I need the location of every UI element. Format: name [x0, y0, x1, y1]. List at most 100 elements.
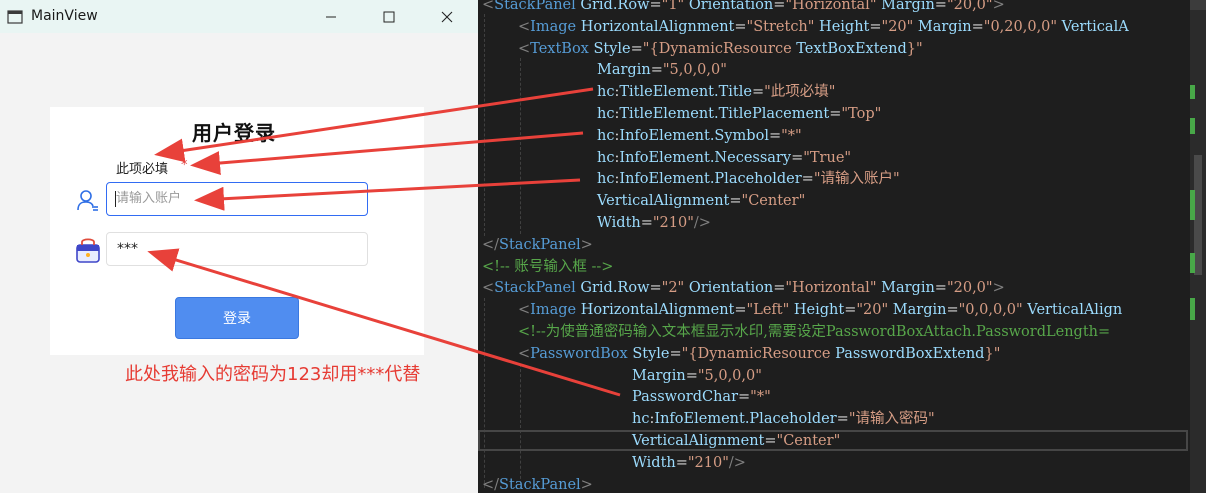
- maximize-button[interactable]: [360, 0, 418, 33]
- code-token: Height: [789, 302, 845, 319]
- code-line: Width="210"/>: [632, 452, 746, 474]
- password-input[interactable]: ***: [106, 232, 368, 266]
- code-token: =: [738, 389, 751, 406]
- code-token: Margin: [913, 18, 972, 35]
- indent-guide: [484, 298, 485, 488]
- code-line: <Image HorizontalAlignment="Stretch" Hei…: [518, 16, 1129, 38]
- close-button[interactable]: [418, 0, 476, 33]
- code-token: <: [482, 0, 495, 13]
- code-token: "20": [856, 302, 889, 319]
- code-line: VerticalAlignment="Center": [632, 430, 840, 452]
- code-token: "{: [642, 40, 659, 57]
- code-token: "20": [881, 18, 914, 35]
- code-token: DynamicResource: [697, 345, 831, 362]
- code-token: Orientation: [684, 0, 774, 13]
- code-line: <PasswordBox Style="{DynamicResource Pas…: [518, 343, 1000, 365]
- code-token: "1": [661, 0, 685, 13]
- code-line: Margin="5,0,0,0": [632, 365, 762, 387]
- code-token: }": [984, 345, 1001, 362]
- code-token: =: [971, 18, 984, 35]
- code-token: "此项必填": [764, 84, 836, 101]
- code-token: VerticalAlignment: [597, 193, 730, 210]
- code-token: VerticalA: [1057, 18, 1129, 35]
- account-input[interactable]: 请输入账户: [106, 182, 368, 216]
- indent-guide: [484, 14, 485, 236]
- code-token: <: [518, 345, 531, 362]
- login-title: 用户登录: [192, 121, 276, 145]
- code-token: InfoElement.Symbol: [619, 127, 769, 144]
- maximize-icon: [383, 11, 395, 22]
- scroll-up-button[interactable]: [1190, 0, 1206, 10]
- indent-guide: [520, 364, 521, 484]
- code-token: Margin: [632, 367, 686, 384]
- code-token: StackPanel: [499, 476, 581, 493]
- code-token: =: [734, 302, 747, 319]
- code-token: DynamicResource: [658, 40, 792, 57]
- login-button[interactable]: 登录: [175, 297, 299, 339]
- code-token: Margin: [888, 302, 947, 319]
- title-bar[interactable]: MainView: [0, 0, 478, 33]
- code-token: Margin: [876, 280, 935, 297]
- code-line: <!--为使普通密码输入文本框显示水印,需要设定PasswordBoxAttac…: [518, 321, 1110, 343]
- code-token: InfoElement.Placeholder: [654, 411, 837, 428]
- code-token: =: [675, 454, 688, 471]
- code-token: <!--为使普通密码输入文本框显示水印,需要设定PasswordBoxAttac…: [518, 324, 1111, 340]
- code-token: </: [482, 476, 500, 493]
- code-token: "{: [681, 345, 698, 362]
- code-token: />: [693, 215, 711, 231]
- code-token: =: [869, 18, 882, 35]
- code-line: hc:TitleElement.Title="此项必填": [597, 81, 835, 103]
- code-line: hc:InfoElement.Symbol="*": [597, 125, 802, 147]
- code-line: VerticalAlignment="Center": [597, 190, 805, 212]
- code-line: <TextBox Style="{DynamicResource TextBox…: [518, 38, 923, 60]
- code-token: "20,0": [946, 280, 993, 297]
- code-token: PasswordBox: [530, 345, 633, 362]
- code-token: TitleElement.TitlePlacement: [619, 106, 830, 122]
- code-token: =: [650, 62, 663, 79]
- code-token: "20,0": [946, 0, 993, 13]
- change-marker: [1190, 85, 1195, 99]
- minimize-button[interactable]: [302, 0, 360, 33]
- code-token: Image: [530, 18, 581, 35]
- code-token: =: [773, 0, 786, 13]
- code-editor[interactable]: <StackPanel Grid.Row="1" Orientation="Ho…: [478, 0, 1206, 493]
- code-line: Margin="5,0,0,0": [597, 59, 727, 81]
- code-token: "Horizontal": [785, 280, 877, 297]
- code-token: =: [934, 280, 947, 297]
- code-token: >: [580, 476, 593, 493]
- app-icon: [7, 10, 23, 24]
- code-token: Style: [593, 40, 631, 57]
- code-token: =: [768, 127, 782, 144]
- code-token: =: [669, 345, 682, 362]
- code-line: hc:InfoElement.Necessary="True": [597, 147, 851, 169]
- code-token: =: [640, 215, 653, 231]
- code-token: hc: [632, 411, 650, 428]
- code-token: =: [764, 433, 777, 449]
- code-line: <StackPanel Grid.Row="1" Orientation="Ho…: [482, 0, 1005, 16]
- code-token: "Horizontal": [785, 0, 877, 13]
- code-token: Grid.Row: [580, 0, 650, 13]
- main-view-window: MainView 用户登录 此项必填 * 请输入账户 *** 登录 此处我输入的…: [0, 0, 478, 493]
- code-token: "Stretch": [746, 18, 815, 35]
- code-token: "0,0,0,0": [958, 302, 1023, 319]
- code-token: }": [906, 40, 923, 57]
- code-token: <: [518, 40, 531, 57]
- code-token: <!-- 账号输入框 -->: [482, 258, 614, 275]
- code-token: "*": [781, 127, 802, 144]
- code-token: "210": [687, 454, 729, 471]
- annotation-note: 此处我输入的密码为123却用***代替: [125, 364, 421, 385]
- code-token: "5,0,0,0": [697, 367, 762, 384]
- code-token: StackPanel: [494, 0, 581, 13]
- code-token: =: [773, 280, 786, 297]
- code-token: StackPanel: [494, 280, 581, 297]
- code-token: PasswordChar: [632, 389, 738, 406]
- code-token: Image: [530, 302, 581, 319]
- code-line: <StackPanel Grid.Row="2" Orientation="Ho…: [482, 277, 1005, 299]
- code-token: =: [946, 302, 959, 319]
- code-token: "请输入密码": [848, 411, 935, 428]
- scrollbar-thumb[interactable]: [1194, 155, 1202, 275]
- required-marker: *: [181, 158, 188, 173]
- code-line: PasswordChar="*": [632, 386, 771, 408]
- code-line: <!-- 账号输入框 -->: [482, 256, 613, 278]
- change-marker: [1190, 118, 1195, 134]
